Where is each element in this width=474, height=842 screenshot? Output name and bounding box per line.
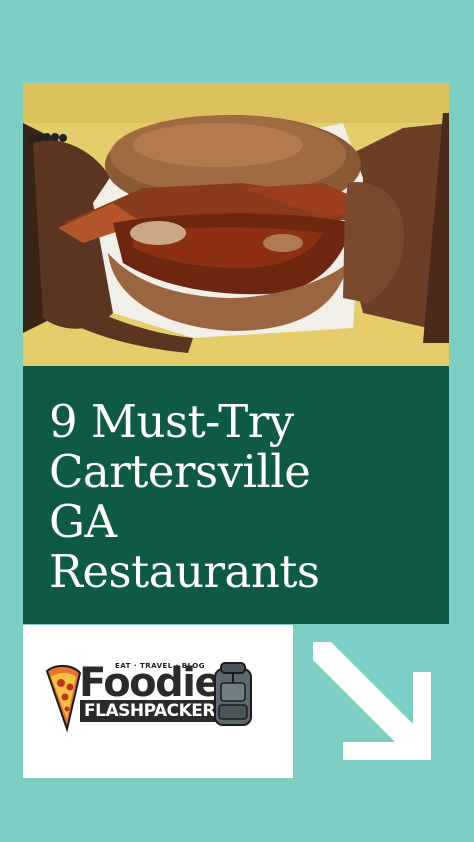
logo-panel[interactable]: EAT · TRAVEL · BLOG Foodie FLASHPACKER	[23, 625, 293, 778]
sandwich-illustration	[23, 83, 449, 366]
title-panel: 9 Must-Try Cartersville GA Restaurants	[23, 366, 449, 624]
pizza-slice-icon	[45, 665, 82, 733]
title-line-4: Restaurants	[49, 545, 320, 598]
arrow-down-right-icon[interactable]	[307, 638, 437, 768]
logo-word-foodie: Foodie	[79, 660, 222, 706]
title-line-3: GA	[49, 495, 117, 548]
logo-word-flashpacker: FLASHPACKER	[80, 700, 219, 722]
title-line-1: 9 Must-Try	[49, 395, 294, 448]
sandwich-photo	[23, 83, 449, 366]
backpack-icon	[214, 662, 252, 726]
title-line-2: Cartersville	[49, 445, 311, 498]
